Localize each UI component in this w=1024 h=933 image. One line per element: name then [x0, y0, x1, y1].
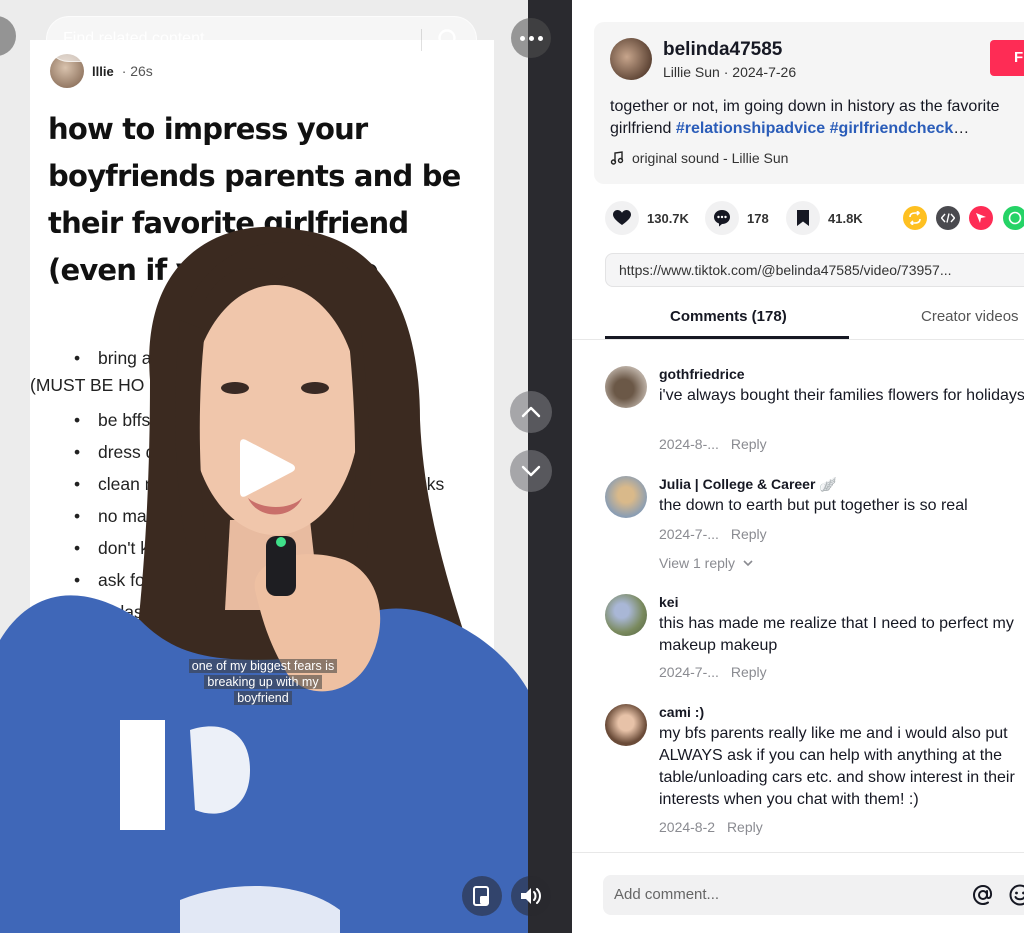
comment-text: the down to earth but put together is so… — [659, 497, 968, 514]
whatsapp-share-button[interactable] — [1003, 206, 1024, 230]
mention-icon[interactable] — [971, 883, 995, 907]
commenter-username[interactable]: kei — [659, 594, 678, 610]
embed-button[interactable] — [936, 206, 960, 230]
volume-button[interactable] — [511, 876, 551, 916]
save-action[interactable]: 41.8K — [786, 201, 863, 235]
author-display-name: Lillie Sun — [663, 64, 720, 80]
commenter-username[interactable]: gothfriedrice — [659, 366, 745, 382]
details-panel: belinda47585 Lillie Sun · 2024-7-26 F to… — [572, 0, 1024, 933]
emoji-icon[interactable] — [1008, 883, 1024, 907]
commenter-avatar[interactable] — [605, 594, 647, 636]
dot-icon — [537, 35, 543, 41]
hashtag-link[interactable]: #relationshipadvice — [676, 120, 825, 137]
comment-date: 2024-8-2 — [659, 819, 716, 835]
author-subtitle: Lillie Sun · 2024-7-26 — [663, 64, 797, 80]
video-description: together or not, im going down in histor… — [610, 96, 1024, 140]
add-comment-placeholder: Add comment... — [614, 886, 720, 903]
comment-text: i've always bought their families flower… — [659, 387, 1024, 404]
embed-icon — [941, 213, 955, 223]
description-ellipsis: … — [953, 120, 970, 137]
search-input[interactable]: Find related content — [46, 16, 477, 62]
comment-date: 2024-7-... — [659, 526, 719, 542]
post-date: 2024-7-26 — [732, 64, 797, 80]
like-count: 130.7K — [647, 210, 689, 226]
comment-meta: 2024-7-... Reply — [659, 664, 767, 680]
comment-icon — [714, 210, 730, 227]
next-video-button[interactable] — [510, 450, 552, 492]
previous-video-button[interactable] — [510, 391, 552, 433]
author-username[interactable]: belinda47585 — [663, 39, 782, 61]
comment-date: 2024-8-... — [659, 436, 719, 452]
reply-button[interactable]: Reply — [731, 436, 767, 452]
author-card: belinda47585 Lillie Sun · 2024-7-26 F to… — [594, 22, 1024, 184]
follow-button[interactable]: F — [990, 40, 1024, 76]
whatsapp-icon — [1008, 211, 1022, 225]
reply-button[interactable]: Reply — [731, 526, 767, 542]
video-caption: one of my biggest fears is breaking up w… — [183, 658, 343, 706]
chevron-down-icon — [743, 559, 753, 566]
like-action[interactable]: 130.7K — [605, 201, 689, 235]
commenter-avatar[interactable] — [605, 366, 647, 408]
save-button[interactable] — [786, 201, 820, 235]
sound-link[interactable]: original sound - Lillie Sun — [610, 150, 788, 166]
volume-icon — [521, 888, 541, 904]
more-options-button[interactable] — [511, 18, 551, 58]
commenter-username[interactable]: cami :) — [659, 704, 704, 720]
search-icon[interactable] — [436, 27, 462, 53]
tab-comments[interactable]: Comments (178) — [670, 308, 787, 325]
view-replies-button[interactable]: View 1 reply — [659, 555, 753, 571]
tab-creator-videos[interactable]: Creator videos — [921, 308, 1019, 325]
save-count: 41.8K — [828, 210, 863, 226]
search-placeholder: Find related content — [63, 30, 205, 47]
comment-button[interactable] — [705, 201, 739, 235]
send-to-friends-button[interactable] — [969, 206, 993, 230]
like-button[interactable] — [605, 201, 639, 235]
user-badge: 🪽 — [819, 476, 837, 492]
picture-in-picture-icon — [473, 886, 489, 906]
commenter-username[interactable]: Julia | College & Career 🪽 — [659, 476, 837, 493]
bookmark-icon — [797, 210, 809, 226]
hashtag-link[interactable]: #girlfriendcheck — [830, 120, 954, 137]
video-link-url: https://www.tiktok.com/@belinda47585/vid… — [619, 262, 952, 278]
sound-label: original sound - Lillie Sun — [632, 150, 789, 166]
comment-meta: 2024-7-... Reply — [659, 526, 767, 542]
play-icon[interactable] — [240, 436, 296, 500]
comment-meta: 2024-8-... Reply — [659, 436, 767, 452]
send-icon — [976, 213, 986, 223]
dot-icon — [519, 35, 525, 41]
chevron-up-icon — [521, 406, 541, 418]
comment-count: 178 — [747, 210, 769, 226]
comment-date: 2024-7-... — [659, 664, 719, 680]
comment-text: my bfs parents really like me and i woul… — [659, 725, 1015, 808]
video-pane[interactable]: lllie · 26s how to impress your boyfrien… — [0, 0, 572, 933]
composer-divider — [572, 852, 1024, 853]
author-avatar[interactable] — [610, 38, 652, 80]
comment-action[interactable]: 178 — [705, 201, 769, 235]
video-link-field[interactable]: https://www.tiktok.com/@belinda47585/vid… — [605, 253, 1024, 287]
commenter-avatar[interactable] — [605, 704, 647, 746]
repost-button[interactable] — [903, 206, 927, 230]
picture-in-picture-button[interactable] — [462, 876, 502, 916]
dot-icon — [528, 35, 534, 41]
chevron-down-icon — [521, 465, 541, 477]
comment-meta: 2024-8-2 Reply — [659, 819, 763, 835]
tabs-divider — [572, 339, 1024, 340]
repost-icon — [909, 211, 921, 225]
add-comment-input[interactable]: Add comment... — [603, 875, 1024, 915]
video-frame[interactable]: lllie · 26s how to impress your boyfrien… — [0, 0, 528, 933]
commenter-avatar[interactable] — [605, 476, 647, 518]
music-note-icon — [610, 151, 624, 165]
search-divider — [421, 29, 422, 51]
comment-text: this has made me realize that I need to … — [659, 615, 1014, 654]
reply-button[interactable]: Reply — [727, 819, 763, 835]
reply-button[interactable]: Reply — [731, 664, 767, 680]
heart-icon — [613, 210, 631, 225]
